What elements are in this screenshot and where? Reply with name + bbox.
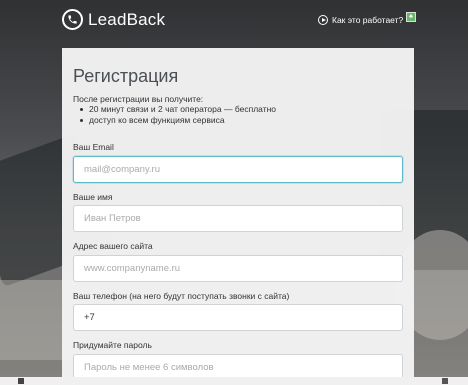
- tray-icon[interactable]: [442, 378, 448, 384]
- benefits-list: 20 минут связи и 2 чат оператора — беспл…: [80, 104, 276, 126]
- site-header: LeadBack Как это работает? ♣: [0, 0, 468, 44]
- password-label: Придумайте пароль: [73, 340, 152, 350]
- benefits-intro: После регистрации вы получите:: [73, 94, 204, 104]
- site-field[interactable]: [73, 255, 403, 282]
- phone-label: Ваш телефон (на него будут поступать зво…: [73, 291, 290, 301]
- site-label: Адрес вашего сайта: [73, 241, 153, 251]
- name-label: Ваше имя: [73, 192, 113, 202]
- taskbar: [0, 377, 468, 385]
- logo[interactable]: LeadBack: [62, 9, 165, 30]
- extension-icon[interactable]: ♣: [406, 12, 416, 22]
- benefit-item: доступ ко всем функциям сервиса: [80, 115, 276, 126]
- play-icon: [318, 15, 328, 25]
- how-it-works-link[interactable]: Как это работает?: [318, 15, 403, 25]
- form-title: Регистрация: [73, 66, 179, 86]
- logo-text: LeadBack: [88, 9, 166, 29]
- how-it-works-label: Как это работает?: [332, 15, 404, 25]
- email-label: Ваш Email: [73, 142, 114, 152]
- phone-field[interactable]: [73, 304, 403, 331]
- benefit-item: 20 минут связи и 2 чат оператора — беспл…: [80, 104, 276, 115]
- registration-panel: Регистрация После регистрации вы получит…: [62, 48, 414, 385]
- email-field[interactable]: [73, 156, 403, 183]
- start-icon[interactable]: [18, 378, 24, 384]
- phone-icon: [62, 9, 83, 30]
- name-field[interactable]: [73, 205, 403, 232]
